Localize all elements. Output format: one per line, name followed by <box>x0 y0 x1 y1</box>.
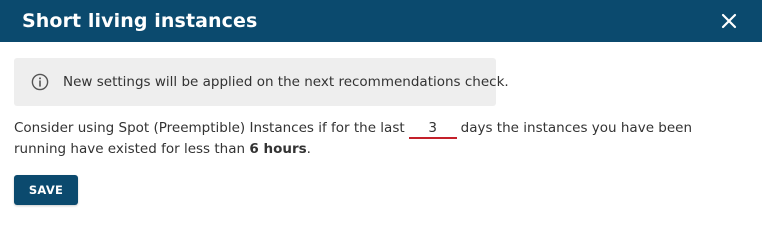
info-banner: New settings will be applied on the next… <box>14 58 509 106</box>
save-button[interactable]: SAVE <box>14 175 78 205</box>
dialog-title: Short living instances <box>22 10 258 32</box>
close-icon[interactable] <box>718 10 740 32</box>
dialog-header: Short living instances <box>0 0 762 42</box>
description-end: . <box>306 141 311 157</box>
days-input[interactable] <box>408 119 457 139</box>
hours-value: 6 hours <box>249 141 307 157</box>
info-text: New settings will be applied on the next… <box>63 74 509 90</box>
description-part1: Consider using Spot (Preemptible) Instan… <box>14 120 405 136</box>
info-circle-icon <box>31 72 49 92</box>
short-living-instances-dialog: Short living instances New settings will… <box>0 0 762 215</box>
description-text: Consider using Spot (Preemptible) Instan… <box>14 118 744 160</box>
